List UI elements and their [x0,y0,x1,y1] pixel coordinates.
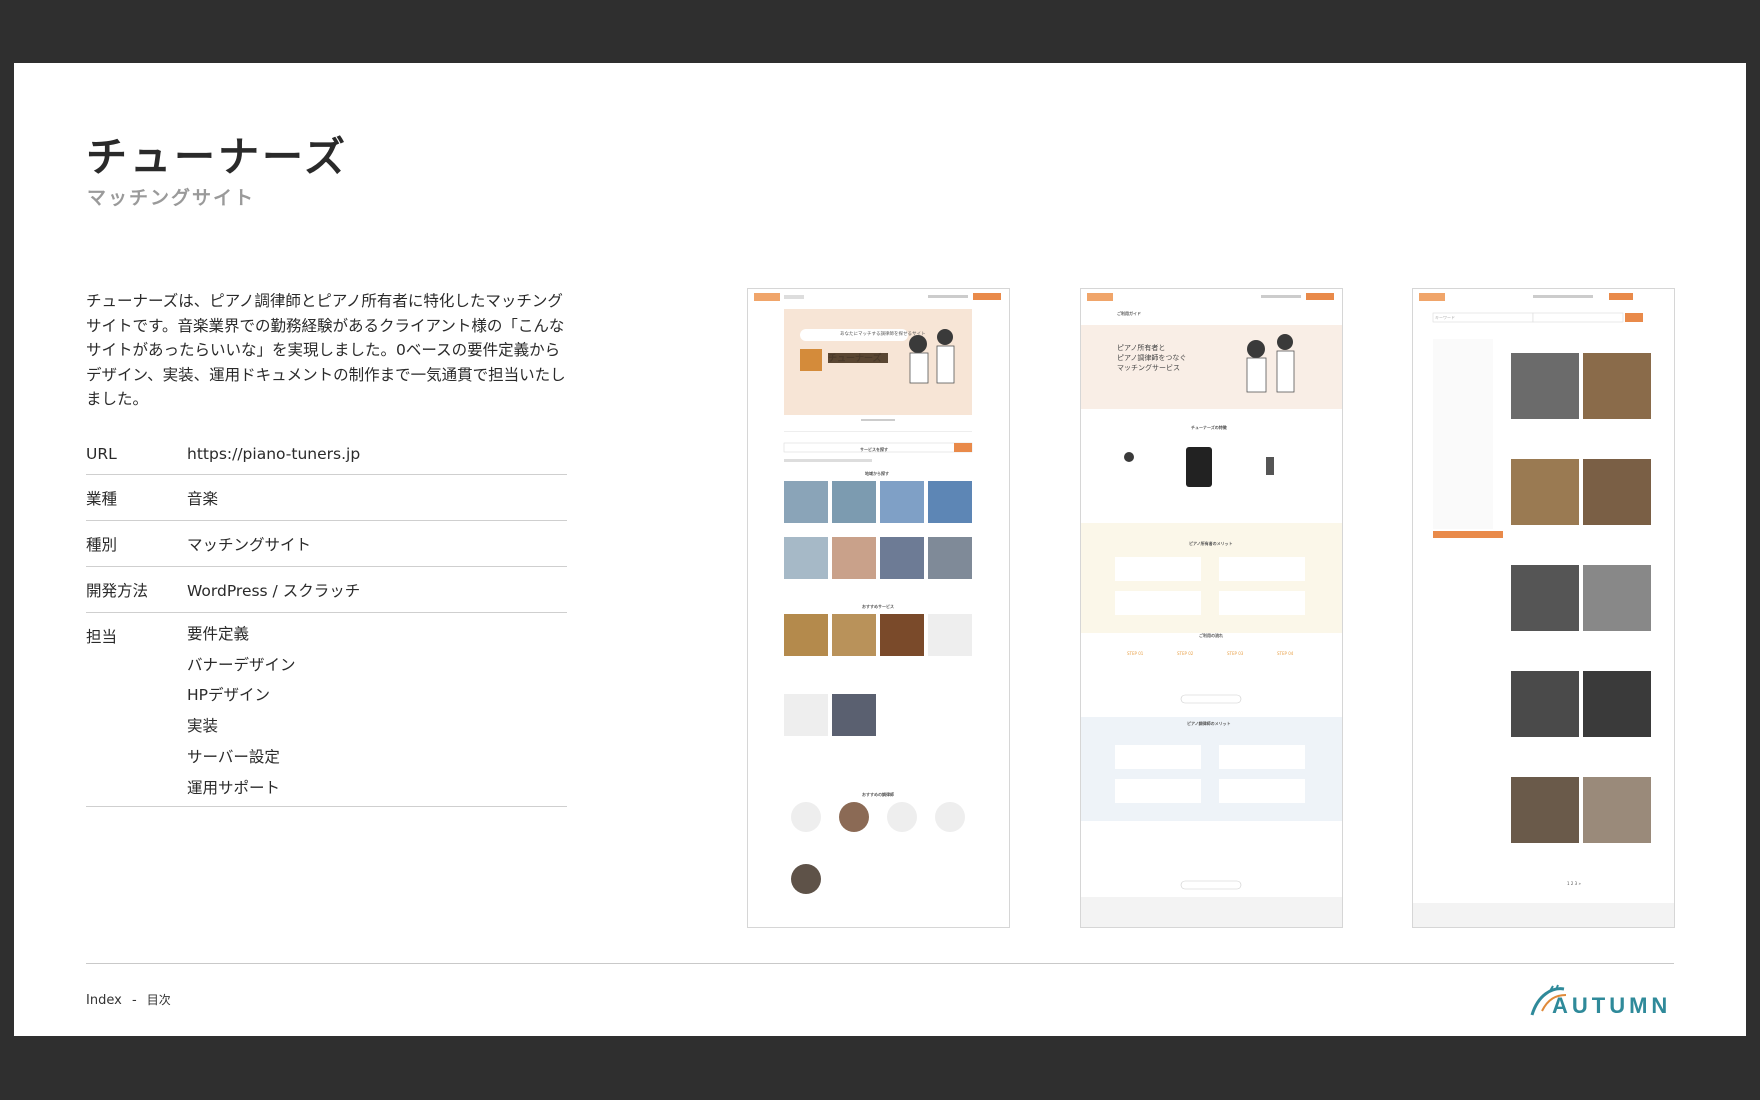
role-item: 運用サポート [187,778,281,797]
info-label: URL [86,445,117,463]
hero-brand: チューナーズ [828,354,882,364]
owner-merit-heading: ピアノ所有者のメリット [1189,541,1233,546]
section-services: おすすめサービス [862,604,894,609]
role-item: 実装 [187,717,219,736]
info-row-role: 担当 要件定義 バナーデザイン HPデザイン 実装 サーバー設定 運用サポート [86,613,567,808]
section-region: 地域から探す [865,471,889,476]
footer-separator: - [131,993,137,1008]
role-item: HPデザイン [187,686,271,705]
info-label: 開発方法 [86,582,149,600]
url-link[interactable]: https://piano-tuners.jp [187,445,567,463]
step-label: STEP 04 [1277,651,1294,656]
info-row-type: 種別 マッチングサイト [86,521,567,567]
flow-heading: ご利用の流れ [1199,633,1223,638]
info-value: マッチングサイト [187,536,312,554]
page-title: チューナーズ [86,133,348,181]
tuner-merit-heading: ピアノ調律師のメリット [1187,721,1231,726]
info-row-industry: 業種 音楽 [86,475,567,521]
info-label: 担当 [86,628,118,646]
portfolio-slide: チューナーズ マッチングサイト チューナーズは、ピアノ調律師とピアノ所有者に特化… [14,63,1746,1036]
hero-line-3: マッチングサービス [1117,364,1180,372]
footer-nav[interactable]: Index - 目次 [86,991,171,1008]
page-subtitle: マッチングサイト [87,187,256,209]
step-label: STEP 03 [1227,651,1244,656]
logo-wordmark: AUTUMN [1552,993,1672,1018]
project-info-table: URL https://piano-tuners.jp 業種 音楽 種別 マッチ… [86,433,567,808]
guide-heading: ご利用ガイド [1117,311,1141,316]
step-label: STEP 01 [1127,651,1144,656]
index-link[interactable]: Index [86,993,122,1008]
hero-tagline: あなたにマッチする調律師を探せるサイト [840,332,926,337]
info-label: 業種 [86,490,118,508]
features-heading: チューナーズの特徴 [1191,425,1227,430]
role-item: サーバー設定 [187,747,280,766]
project-description: チューナーズは、ピアノ調律師とピアノ所有者に特化したマッチングサイトです。音楽業… [86,292,566,408]
screenshot-listing-page: キーワード 1 2 3 » [1412,288,1675,928]
role-item: 要件定義 [187,625,250,643]
section-tuners: おすすめの調律師 [862,792,894,797]
info-row-method: 開発方法 WordPress / スクラッチ [86,567,567,613]
footer-divider [86,963,1674,964]
info-row-url: URL https://piano-tuners.jp [86,433,567,475]
toc-link[interactable]: 目次 [147,993,171,1007]
guide-page-mock-drawing [1081,293,1342,927]
screenshot-guide-page: ご利用ガイド ピアノ所有者と ピアノ調律師をつなぐ マッチングサービス チューナ… [1080,288,1343,928]
hero-line-1: ピアノ所有者と [1117,344,1166,352]
screenshot-top-page: あなたにマッチする調律師を探せるサイト チューナーズ サービスを探す 地域から探… [747,288,1010,928]
pagination[interactable]: 1 2 3 » [1567,881,1581,886]
info-value: WordPress / スクラッチ [187,582,361,600]
role-item: バナーデザイン [187,655,296,674]
hero-line-2: ピアノ調律師をつなぐ [1117,354,1187,362]
info-value: 音楽 [187,490,219,508]
step-label: STEP 02 [1177,651,1194,656]
listing-page-mock-drawing [1413,293,1674,927]
role-list: 要件定義 バナーデザイン HPデザイン 実装 サーバー設定 運用サポート [187,619,567,803]
search-input[interactable]: キーワード [1435,315,1455,321]
info-label: 種別 [86,536,118,554]
section-search: サービスを探す [860,447,888,452]
